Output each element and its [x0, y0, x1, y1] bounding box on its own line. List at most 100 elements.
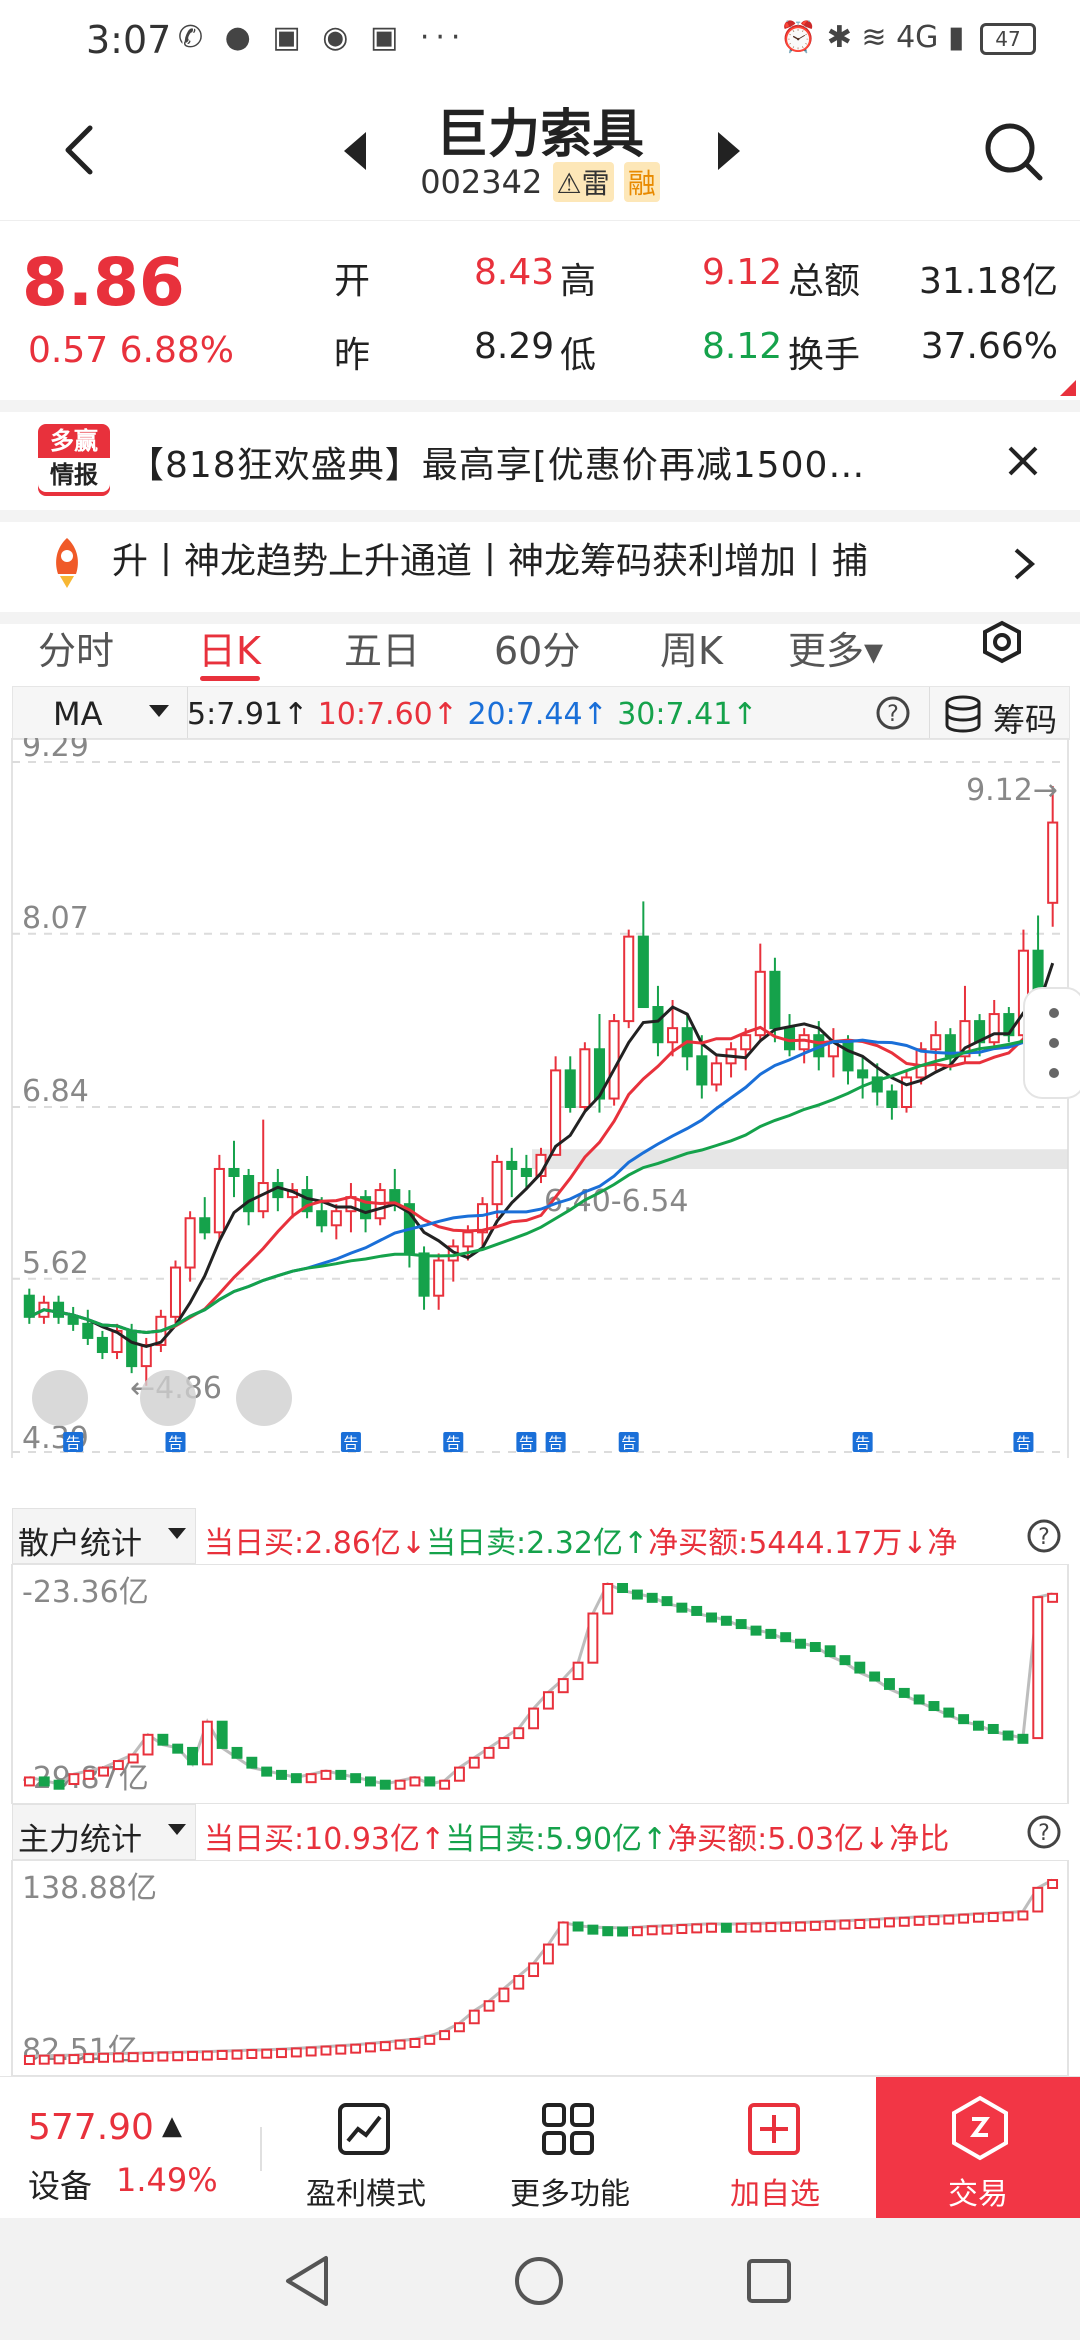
stat-bar	[424, 2034, 436, 2045]
dropdown-icon[interactable]	[168, 1528, 186, 1540]
stat-bar	[691, 1605, 703, 1616]
stat-bar	[602, 1926, 614, 1937]
stat-bar	[913, 1915, 925, 1926]
dropdown-icon[interactable]	[168, 1824, 186, 1836]
candle-body	[1047, 821, 1059, 904]
stat-bar	[157, 2051, 169, 2062]
low-value: 8.12	[702, 326, 783, 367]
more-functions-button[interactable]: 更多功能	[494, 2077, 644, 2219]
more-functions-label: 更多功能	[510, 2177, 630, 2212]
stat-bar	[987, 1912, 999, 1923]
stat-bar	[943, 1707, 955, 1718]
rocket-icon	[56, 538, 78, 588]
search-icon[interactable]	[982, 120, 1046, 184]
stat-bar	[587, 1612, 599, 1664]
candle-body	[696, 1055, 708, 1086]
candle-body	[184, 1217, 196, 1269]
sector-index[interactable]: 577.90 ▲ 设备 1.49%	[0, 2077, 258, 2219]
stat-bar	[839, 1919, 851, 1930]
trade-button[interactable]: 交易	[876, 2077, 1080, 2219]
y-tick-label: 9.29	[22, 738, 89, 764]
tab-daily-k[interactable]: 日K	[198, 620, 261, 675]
next-stock-icon[interactable]	[714, 130, 744, 172]
help-icon[interactable]: ?	[1026, 1518, 1062, 1554]
main-force-stat-bar: 主力统计 当日买:10.93亿↑当日卖:5.90亿↑净买额:5.03亿↓净比 ?	[12, 1804, 1068, 1860]
stat-bar	[795, 1921, 806, 1932]
candle-body	[316, 1210, 328, 1227]
stat-bar	[884, 1678, 895, 1690]
stat-bar	[468, 1756, 480, 1769]
tab-60min[interactable]: 60分	[494, 620, 580, 675]
ma-values: 5:7.91↑ 10:7.60↑ 20:7.44↑ 30:7.41↑	[187, 697, 757, 732]
logo-top-text: 多赢	[50, 427, 98, 455]
candle-body	[623, 935, 635, 1023]
nav-home-icon[interactable]	[512, 2254, 566, 2308]
stat-bar	[1047, 1879, 1059, 1889]
retail-title[interactable]: 散户统计	[18, 1518, 142, 1563]
stat-bar	[765, 1922, 777, 1933]
dropdown-icon[interactable]	[149, 705, 169, 719]
add-box-icon	[748, 2103, 800, 2155]
stat-bar	[928, 1701, 940, 1712]
stat-bar	[187, 2050, 198, 2061]
layout-button	[236, 1370, 292, 1426]
stat-bar	[157, 1733, 169, 1746]
stat-bar	[943, 1914, 955, 1925]
stat-bar	[246, 1756, 258, 1769]
indicator-select[interactable]: MA	[53, 695, 103, 733]
kline-chart[interactable]: 9.298.076.845.624.396.40-6.549.12→←4.86告…	[0, 738, 1080, 1458]
high-value: 9.12	[702, 252, 783, 293]
stat-bar	[379, 1779, 391, 1790]
help-icon[interactable]: ?	[875, 695, 911, 731]
duoying-logo: 多赢 情报	[38, 424, 110, 496]
candle-body	[228, 1167, 240, 1178]
stat-bar	[38, 1776, 50, 1787]
promo-banner[interactable]: 多赢 情报 【818狂欢盛典】最高享[优惠价再减1500…	[0, 400, 1080, 522]
warning-tag[interactable]: ⚠雷	[552, 162, 614, 202]
candle-body	[67, 1315, 79, 1325]
open-label: 开	[334, 261, 371, 302]
stat-bar	[928, 1915, 940, 1926]
stat-bar	[513, 1975, 525, 1990]
stat-bar	[839, 1655, 851, 1666]
divider	[260, 2127, 262, 2171]
candle-body	[506, 1160, 518, 1170]
stat-bar	[320, 2045, 332, 2056]
retail-chart: -23.36亿-29.87亿	[11, 1564, 1069, 1804]
nav-back-icon[interactable]	[282, 2254, 332, 2308]
chevron-right-icon[interactable]	[1012, 546, 1036, 582]
amount-value: 31.18亿	[918, 261, 1058, 302]
handle-dot	[1049, 1038, 1059, 1048]
stat-bar	[572, 1661, 584, 1681]
tab-weekly-k[interactable]: 周K	[660, 620, 723, 675]
main-force-title[interactable]: 主力统计	[18, 1814, 142, 1859]
nav-recents-icon[interactable]	[744, 2256, 794, 2306]
help-icon[interactable]: ?	[1026, 1814, 1062, 1850]
y-tick-label: 6.84	[22, 1074, 89, 1109]
stat-bar	[750, 1625, 762, 1636]
stat-bar	[127, 2052, 139, 2063]
stat-bar	[706, 1612, 717, 1623]
stat-bar	[365, 1776, 376, 1787]
stat-bar	[661, 1596, 673, 1607]
stat-bar	[320, 1769, 332, 1780]
candle-body	[740, 1034, 752, 1051]
tab-five-day[interactable]: 五日	[344, 620, 420, 675]
add-watchlist-button[interactable]: 加自选	[700, 2077, 850, 2219]
close-icon[interactable]	[1006, 444, 1040, 478]
tab-fenshi[interactable]: 分时	[38, 620, 114, 675]
settings-hex-icon[interactable]	[980, 620, 1024, 664]
stat-bar	[290, 2047, 302, 2058]
candle-body	[857, 1069, 869, 1079]
chips-button[interactable]: 筹码	[993, 695, 1057, 741]
stat-bar	[987, 1723, 999, 1734]
tab-more[interactable]: 更多▾	[788, 620, 883, 675]
profit-mode-button[interactable]: 盈利模式	[290, 2077, 440, 2219]
stat-bar	[246, 2049, 258, 2060]
stat-bar	[631, 1926, 643, 1937]
add-watchlist-label: 加自选	[730, 2177, 820, 2212]
stat-bar	[38, 2054, 50, 2065]
promo-text[interactable]: 【818狂欢盛典】最高享[优惠价再减1500…	[128, 436, 865, 488]
ma-indicator-bar: MA 5:7.91↑ 10:7.60↑ 20:7.44↑ 30:7.41↑ ? …	[12, 686, 1070, 740]
database-icon[interactable]	[943, 695, 983, 733]
